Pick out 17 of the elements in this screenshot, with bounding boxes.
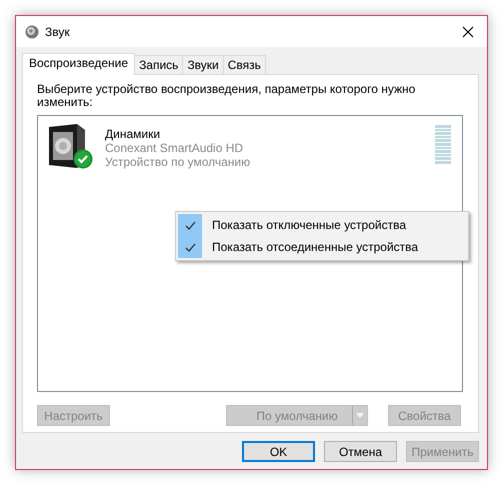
menu-item[interactable]: Показать отключенные устройства — [212, 218, 406, 232]
menu-item[interactable]: Показать отсоединенные устройства — [212, 240, 418, 254]
level-meter — [435, 125, 451, 164]
tab[interactable]: Воспроизведение — [22, 53, 136, 75]
window-title: Звук — [45, 24, 71, 38]
button[interactable]: OK — [242, 441, 315, 462]
close-icon[interactable] — [462, 26, 474, 38]
caret-icon — [356, 413, 364, 418]
speaker-icon — [25, 24, 39, 40]
tab[interactable]: Связь — [222, 55, 266, 74]
device-name: Динамики — [105, 127, 162, 141]
device-row[interactable]: Динамики Conexant SmartAudio HD Устройство по умолчанию — [39, 117, 461, 173]
device-driver: Conexant SmartAudio HD — [105, 141, 244, 155]
device-status: Устройство по умолчанию — [105, 155, 252, 169]
instruction-text: Выберите устройство воспроизведения, параметры которого нужно изменить: — [37, 83, 416, 109]
button[interactable]: Отмена — [324, 441, 397, 462]
tab[interactable]: Звуки — [182, 55, 224, 74]
